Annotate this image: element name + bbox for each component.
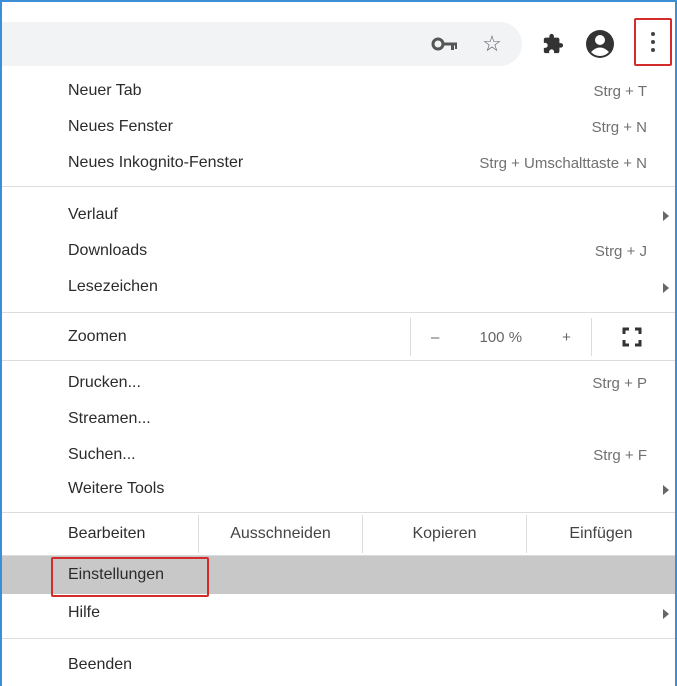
- menu-item-label: Weitere Tools: [68, 480, 165, 497]
- submenu-arrow-icon: [663, 211, 669, 221]
- key-icon[interactable]: [430, 32, 460, 56]
- menu-divider: [2, 186, 675, 187]
- menu-divider: [2, 638, 675, 639]
- star-icon[interactable]: ☆: [478, 30, 506, 58]
- submenu-arrow-icon: [663, 283, 669, 293]
- menu-item-label: Streamen...: [68, 410, 151, 427]
- submenu-arrow-icon: [663, 609, 669, 619]
- menu-item-label: Neues Inkognito-Fenster: [68, 154, 244, 171]
- menu-item-label: Drucken...: [68, 374, 141, 391]
- menu-item-label: Suchen...: [68, 446, 136, 463]
- menu-item-edit: Bearbeiten Ausschneiden Kopieren Einfüge…: [2, 515, 675, 553]
- menu-item-zoom: Zoomen – 100 % +: [2, 318, 675, 356]
- menu-item-settings[interactable]: Einstellungen: [2, 556, 675, 597]
- zoom-level: 100 %: [479, 328, 523, 346]
- menu-item-new-tab[interactable]: Neuer Tab Strg + T: [2, 72, 675, 110]
- three-dots-menu-icon: [651, 32, 655, 52]
- menu-item-history[interactable]: Verlauf: [2, 196, 675, 234]
- menu-item-new-window[interactable]: Neues Fenster Strg + N: [2, 108, 675, 146]
- menu-item-bookmarks[interactable]: Lesezeichen: [2, 268, 675, 306]
- menu-item-more-tools[interactable]: Weitere Tools: [2, 470, 675, 508]
- menu-item-label: Bearbeiten: [68, 525, 146, 542]
- menu-item-shortcut: Strg + P: [592, 374, 647, 392]
- menu-item-cast[interactable]: Streamen...: [2, 400, 675, 438]
- submenu-arrow-icon: [663, 485, 669, 495]
- fullscreen-icon[interactable]: [622, 327, 642, 347]
- menu-divider: [2, 360, 675, 361]
- copy-button[interactable]: Kopieren: [363, 515, 526, 553]
- menu-item-shortcut: Strg + F: [593, 446, 647, 464]
- menu-divider: [2, 512, 675, 513]
- menu-item-help[interactable]: Hilfe: [2, 594, 675, 632]
- account-icon[interactable]: [584, 28, 616, 60]
- menu-divider: [2, 312, 675, 313]
- menu-item-shortcut: Strg + T: [593, 82, 648, 100]
- zoom-out-button[interactable]: –: [431, 329, 439, 346]
- menu-item-label: Verlauf: [68, 206, 118, 223]
- menu-item-shortcut: Strg + Umschalttaste + N: [479, 154, 647, 172]
- puzzle-icon[interactable]: [540, 30, 566, 58]
- menu-item-exit[interactable]: Beenden: [2, 646, 675, 684]
- zoom-controls: – 100 % +: [410, 318, 592, 356]
- menu-item-shortcut: Strg + J: [594, 242, 647, 260]
- menu-item-downloads[interactable]: Downloads Strg + J: [2, 232, 675, 270]
- menu-item-label: Neues Fenster: [68, 118, 173, 135]
- menu-item-label: Beenden: [68, 656, 133, 673]
- highlight-box: [51, 557, 209, 597]
- menu-item-print[interactable]: Drucken... Strg + P: [2, 364, 675, 402]
- menu-item-shortcut: Strg + N: [591, 118, 647, 136]
- menu-item-label: Downloads: [68, 242, 148, 259]
- paste-button[interactable]: Einfügen: [527, 515, 675, 553]
- cut-button[interactable]: Ausschneiden: [199, 515, 362, 553]
- menu-item-label: Zoomen: [68, 328, 127, 345]
- menu-item-label: Hilfe: [68, 604, 101, 621]
- three-dots-menu-button[interactable]: [634, 18, 672, 66]
- menu-item-label: Neuer Tab: [68, 82, 142, 99]
- zoom-in-button[interactable]: +: [562, 329, 571, 346]
- menu-item-incognito[interactable]: Neues Inkognito-Fenster Strg + Umschaltt…: [2, 144, 675, 182]
- menu-item-find[interactable]: Suchen... Strg + F: [2, 436, 675, 474]
- menu-item-label: Lesezeichen: [68, 278, 158, 295]
